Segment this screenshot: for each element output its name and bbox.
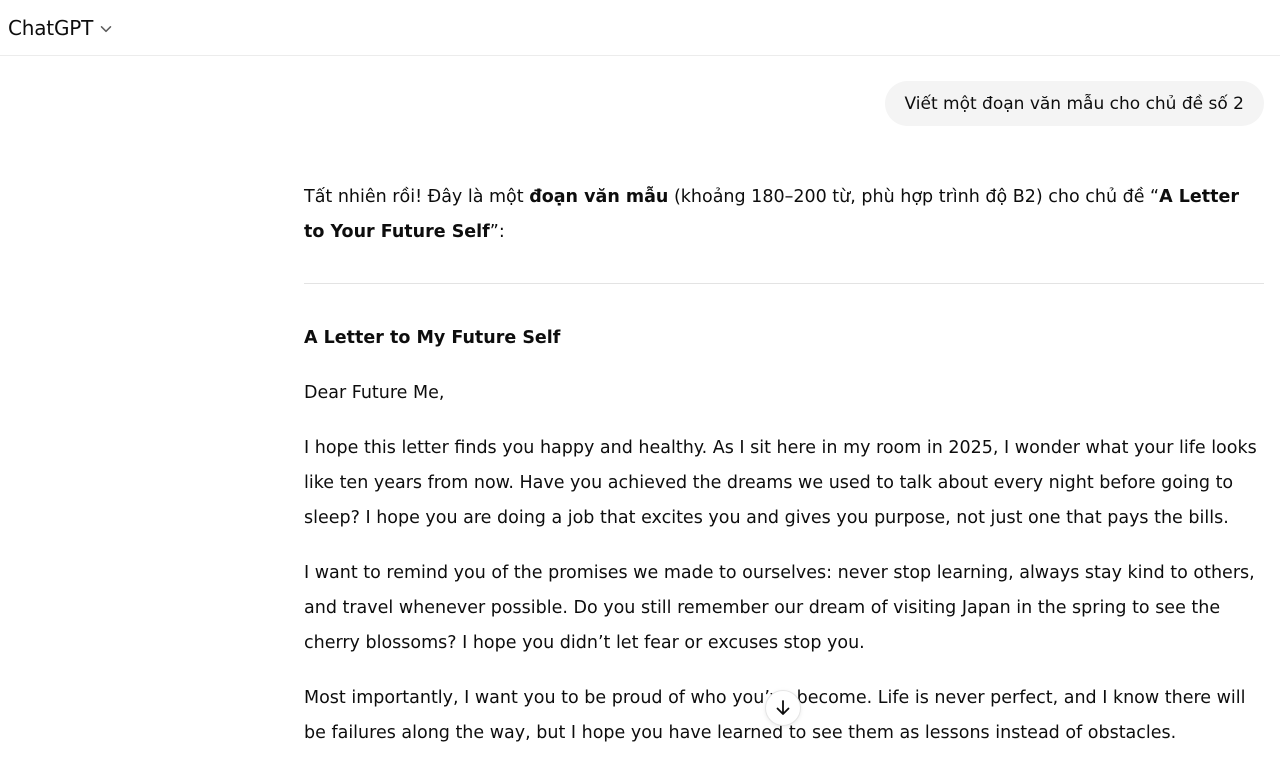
intro-text-2: (khoảng 180–200 từ, phù hợp trình độ B2)… [668,187,1160,207]
intro-text-3: ”: [489,222,505,242]
arrow-down-icon [773,698,793,718]
letter-title: A Letter to My Future Self [304,328,561,348]
intro-bold-1: đoạn văn mẫu [529,187,669,207]
top-bar: ChatGPT [0,0,1280,56]
user-message-bubble: Viết một đoạn văn mẫu cho chủ đề số 2 [884,81,1264,126]
letter-greeting: Dear Future Me, [304,383,445,403]
letter-paragraph: I want to remind you of the promises we … [304,563,1255,653]
intro-text-1: Tất nhiên rồi! Đây là một [304,187,530,207]
assistant-message: Tất nhiên rồi! Đây là một đoạn văn mẫu (… [304,180,1264,771]
user-message-text: Viết một đoạn văn mẫu cho chủ đề số 2 [904,93,1245,114]
letter-paragraph: I hope this letter finds you happy and h… [304,438,1257,528]
chevron-down-icon [99,22,113,36]
scroll-to-bottom-button[interactable] [765,690,801,726]
model-name: ChatGPT [8,15,94,40]
divider [304,283,1264,284]
model-switcher-button[interactable]: ChatGPT [8,10,113,46]
assistant-intro: Tất nhiên rồi! Đây là một đoạn văn mẫu (… [304,180,1264,250]
